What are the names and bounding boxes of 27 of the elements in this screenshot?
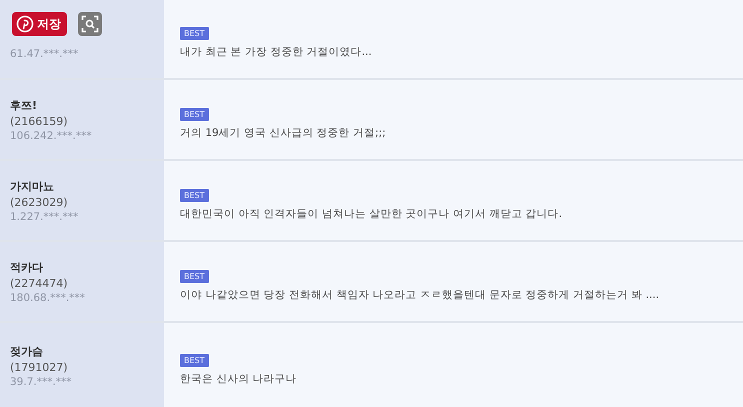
best-badge: BEST bbox=[180, 354, 209, 367]
user-name: 가지마뇨 bbox=[10, 178, 55, 194]
user-name: 젖가슴 bbox=[10, 344, 44, 359]
comment-text: 대한민국이 아직 인격자들이 넘쳐나는 살만한 곳이구나 여기서 깨닫고 갑니다. bbox=[180, 206, 562, 220]
ip-address: 106.242.***.*** bbox=[10, 130, 93, 142]
ip-address: 180.68.***.*** bbox=[10, 292, 86, 304]
best-badge: BEST bbox=[180, 188, 209, 202]
search-icon bbox=[81, 15, 99, 33]
ip-address: 39.7.***.*** bbox=[10, 376, 73, 388]
comment-text: 이야 나같았으면 당장 전화해서 책임자 나오라고 ㅈㄹ했을텐대 문자로 정중하게 거절하는거 봐 .... bbox=[180, 288, 660, 302]
user-id: (2623029) bbox=[10, 196, 69, 208]
visual-search-button[interactable] bbox=[78, 12, 102, 36]
save-button[interactable]: 저장 bbox=[12, 12, 67, 36]
user-id: (1791027) bbox=[10, 361, 69, 374]
best-badge: BEST bbox=[180, 27, 209, 40]
ip-address: 1.227.***.*** bbox=[10, 210, 80, 222]
pin-icon bbox=[16, 15, 34, 33]
user-id: (2166159) bbox=[10, 114, 69, 128]
user-name: 적카다 bbox=[10, 260, 44, 274]
best-badge: BEST bbox=[180, 108, 209, 120]
best-badge: BEST bbox=[180, 270, 209, 282]
user-id: (2274474) bbox=[10, 276, 69, 290]
comment-text: 한국은 신사의 나라구나 bbox=[180, 372, 297, 386]
user-name: 후쯔! bbox=[10, 98, 38, 112]
comment-text: 거의 19세기 영국 신사급의 정중한 거절;;; bbox=[180, 126, 386, 140]
ip-address: 61.47.***.*** bbox=[10, 48, 80, 60]
comment-text: 내가 최근 본 가장 정중한 거절이였다... bbox=[180, 45, 372, 59]
